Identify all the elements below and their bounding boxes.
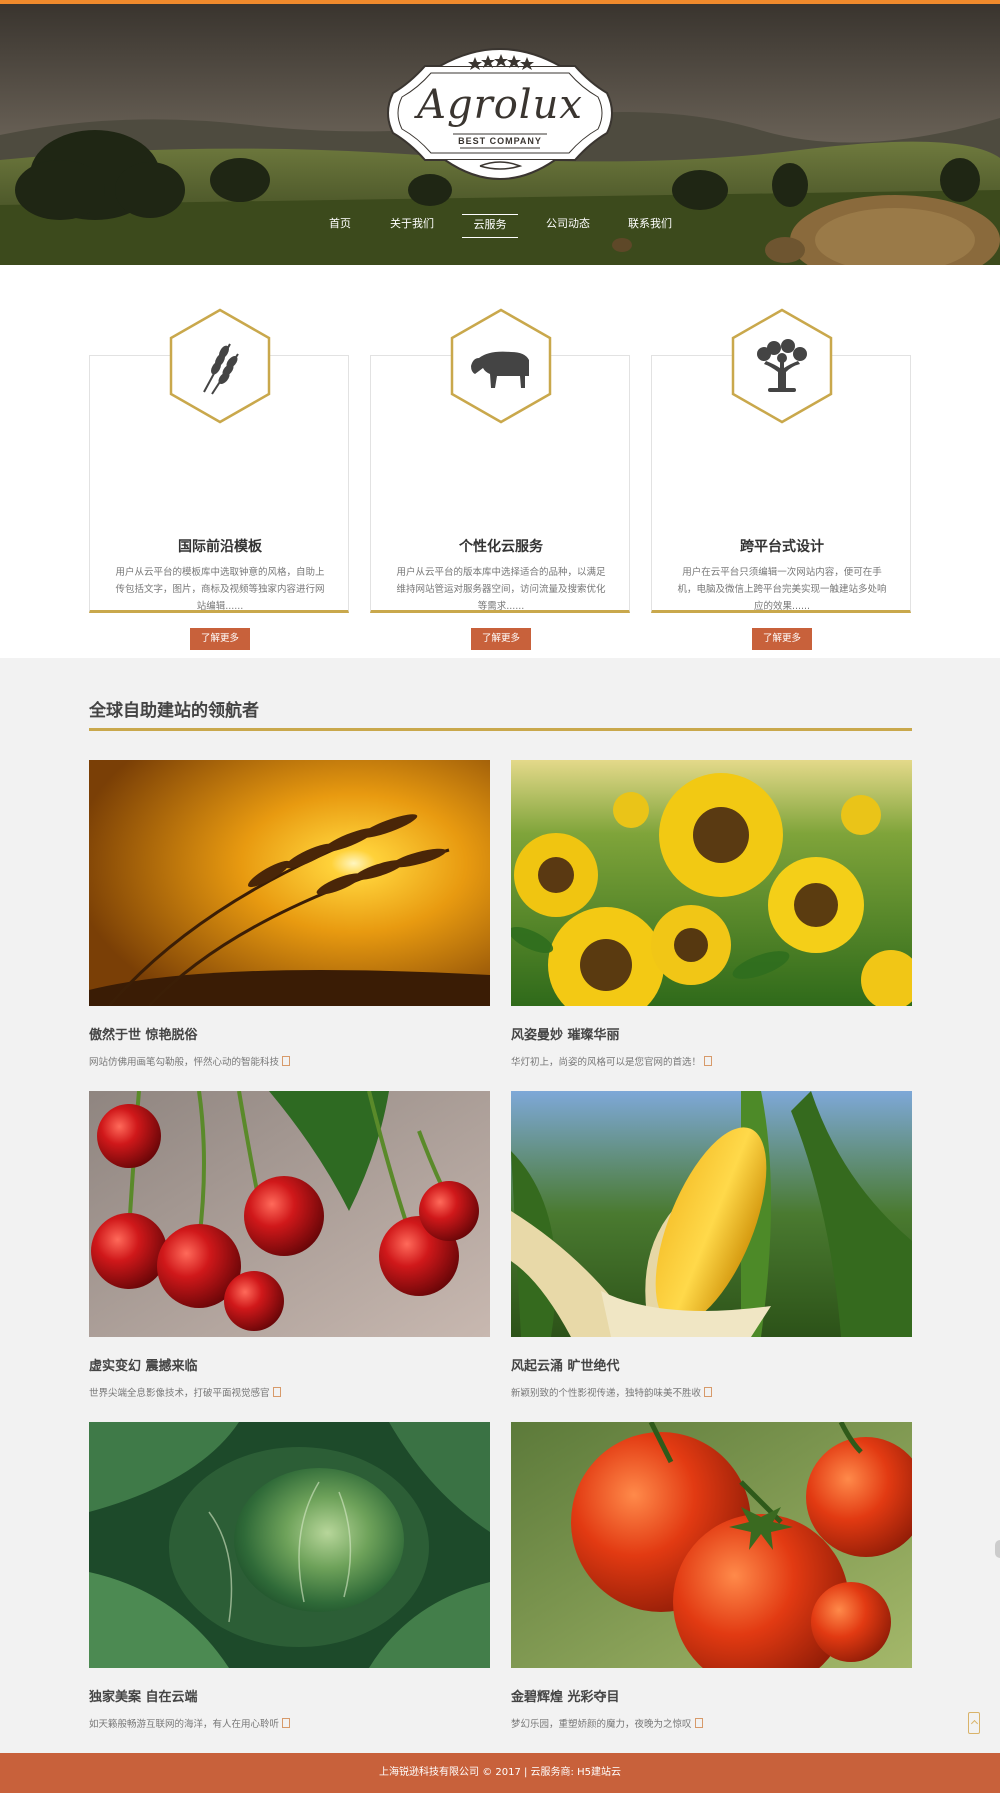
service-card: 国际前沿模板 用户从云平台的模板库中选取钟意的风格，自助上传包括文字，图片，商标… <box>89 308 349 650</box>
gallery-item-title[interactable]: 风起云涌 旷世绝代 <box>511 1355 620 1374</box>
nav-home[interactable]: 首页 <box>320 214 360 238</box>
service-description: 用户从云平台的版本库中选择适合的品种，以满足维持网站管运对服务器空间，访问流量及… <box>396 567 606 612</box>
gallery-item-description-text: 世界尖端全息影像技术，打破平面视觉感官 <box>89 1388 270 1399</box>
service-card: 个性化云服务 用户从云平台的版本库中选择适合的品种，以满足维持网站管运对服务器空… <box>370 308 630 650</box>
cabbage-image <box>89 1422 490 1668</box>
nav-contact[interactable]: 联系我们 <box>624 214 676 238</box>
learn-more-button[interactable]: 了解更多 <box>190 628 250 650</box>
service-card: 跨平台式设计 用户在云平台只须编辑一次网站内容，便可在手机，电脑及微信上跨平台完… <box>651 308 911 650</box>
gallery-image-wheat-sunset[interactable] <box>89 760 490 1006</box>
tomatoes-image <box>511 1422 912 1668</box>
footer-text: 上海锐逊科技有限公司 © 2017 | 云服务商: H5建站云 <box>379 1767 621 1778</box>
wheat-sunset-image <box>89 760 490 1006</box>
wheat-icon <box>169 308 271 424</box>
learn-more-button[interactable]: 了解更多 <box>752 628 812 650</box>
gallery-item-description-text: 华灯初上，尚姿的风格可以是您官网的首选！ <box>511 1057 702 1068</box>
footer: 上海锐逊科技有限公司 © 2017 | 云服务商: H5建站云 <box>0 1753 1000 1793</box>
gallery-item-title[interactable]: 独家美案 自在云端 <box>89 1686 198 1705</box>
main-navigation: 首页 关于我们 云服务 公司动态 联系我们 <box>0 214 1000 238</box>
document-icon <box>704 1387 713 1397</box>
service-title: 跨平台式设计 <box>740 539 824 555</box>
gallery-image-cherries[interactable] <box>89 1091 490 1337</box>
sunflowers-image <box>511 760 912 1006</box>
section-title: 全球自助建站的领航者 <box>89 701 259 721</box>
logo-title: Agrolux <box>417 82 583 128</box>
document-icon <box>272 1387 281 1397</box>
logo-subtitle: BEST COMPANY <box>458 136 542 146</box>
corn-image <box>511 1091 912 1337</box>
gallery-item-description: 网站仿佛用画笔勾勒般，怦然心动的智能科技 <box>89 1054 291 1068</box>
gallery-image-sunflowers[interactable] <box>511 760 912 1006</box>
nav-about[interactable]: 关于我们 <box>386 214 438 238</box>
service-title: 个性化云服务 <box>459 539 543 555</box>
gallery-image-tomatoes[interactable] <box>511 1422 912 1668</box>
tree-icon <box>731 308 833 424</box>
gallery-item-description: 如天籁般畅游互联网的海洋，有人在用心聆听 <box>89 1716 291 1730</box>
gallery-item-description-text: 网站仿佛用画笔勾勒般，怦然心动的智能科技 <box>89 1057 280 1068</box>
nav-news[interactable]: 公司动态 <box>542 214 594 238</box>
hero-banner: Agrolux BEST COMPANY 首页 关于我们 云服务 公司动态 联系… <box>0 0 1000 265</box>
gallery-item-description: 世界尖端全息影像技术，打破平面视觉感官 <box>89 1385 281 1399</box>
service-description: 用户在云平台只须编辑一次网站内容，便可在手机，电脑及微信上跨平台完美实现一触建站… <box>677 567 887 612</box>
gallery-item-description-text: 新颖别致的个性影视传递，独特韵味美不胜收 <box>511 1388 702 1399</box>
document-icon <box>704 1056 713 1066</box>
gallery-item-title[interactable]: 虚实变幻 震撼来临 <box>89 1355 198 1374</box>
gallery-image-cabbage[interactable] <box>89 1422 490 1668</box>
service-title: 国际前沿模板 <box>178 539 262 555</box>
document-icon <box>694 1718 703 1728</box>
gallery-item-description: 新颖别致的个性影视传递，独特韵味美不胜收 <box>511 1385 713 1399</box>
document-icon <box>282 1056 291 1066</box>
gallery-item-description-text: 如天籁般畅游互联网的海洋，有人在用心聆听 <box>89 1719 280 1730</box>
section-divider <box>89 728 912 731</box>
document-icon <box>282 1718 291 1728</box>
services-section: 国际前沿模板 用户从云平台的模板库中选取钟意的风格，自助上传包括文字，图片，商标… <box>0 265 1000 658</box>
gallery-item-description: 梦幻乐园，重塑娇颜的魔力，夜晚为之惊叹 <box>511 1716 703 1730</box>
gallery-item-description: 华灯初上，尚姿的风格可以是您官网的首选！ <box>511 1054 713 1068</box>
nav-cloud-service[interactable]: 云服务 <box>462 214 518 238</box>
gallery-image-corn[interactable] <box>511 1091 912 1337</box>
agrolux-logo[interactable]: Agrolux BEST COMPANY <box>385 38 615 188</box>
gallery-item-title[interactable]: 傲然于世 惊艳脱俗 <box>89 1024 198 1043</box>
side-panel-handle[interactable] <box>995 1540 1000 1558</box>
cow-icon <box>450 308 552 424</box>
service-description: 用户从云平台的模板库中选取钟意的风格，自助上传包括文字，图片，商标及视频等独家内… <box>115 567 325 612</box>
gallery-item-title[interactable]: 金碧辉煌 光彩夺目 <box>511 1686 620 1705</box>
gallery-item-title[interactable]: 风姿曼妙 璀璨华丽 <box>511 1024 620 1043</box>
gallery-section: 全球自助建站的领航者 傲然于世 惊艳脱俗 网站仿佛用画笔勾勒般，怦然心动的智能科… <box>0 658 1000 1753</box>
top-accent-line <box>0 0 1000 4</box>
gallery-item-description-text: 梦幻乐园，重塑娇颜的魔力，夜晚为之惊叹 <box>511 1719 692 1730</box>
learn-more-button[interactable]: 了解更多 <box>471 628 531 650</box>
back-to-top-button[interactable] <box>968 1712 980 1734</box>
cherries-image <box>89 1091 490 1337</box>
